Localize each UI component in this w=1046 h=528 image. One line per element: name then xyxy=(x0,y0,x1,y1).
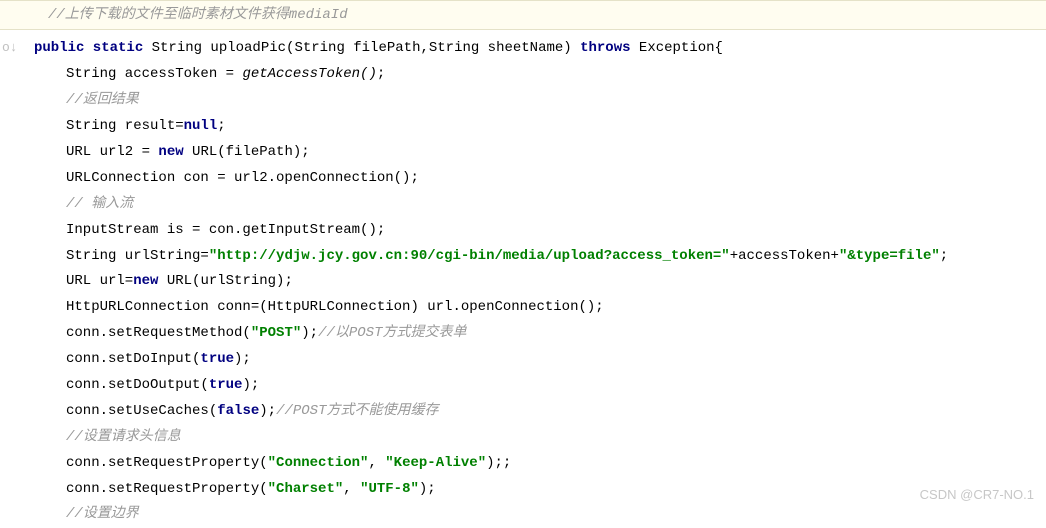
code-text: conn.setRequestProperty( xyxy=(66,481,268,497)
comment: //返回结果 xyxy=(66,92,139,108)
string: "Connection" xyxy=(268,455,369,471)
code-line: String result=null; xyxy=(34,114,1046,140)
comment: //以POST方式提交表单 xyxy=(318,325,466,341)
code-line: String accessToken = getAccessToken(); xyxy=(34,62,1046,88)
code-line: InputStream is = con.getInputStream(); xyxy=(34,218,1046,244)
string: "Keep-Alive" xyxy=(385,455,486,471)
code-line: conn.setUseCaches(false);//POST方式不能使用缓存 xyxy=(34,399,1046,425)
string: "http://ydjw.jcy.gov.cn:90/cgi-bin/media… xyxy=(209,248,730,264)
italic-call: getAccessToken() xyxy=(242,66,376,82)
keyword: null xyxy=(184,118,218,134)
watermark: CSDN @CR7-NO.1 xyxy=(920,487,1034,502)
comment-text: //上传下载的文件至临时素材文件获得mediaId xyxy=(48,7,348,23)
gutter-override-icon: o↓ xyxy=(2,40,18,55)
keyword: throws xyxy=(580,40,630,56)
comment: //设置边界 xyxy=(66,506,139,522)
code-line: String urlString="http://ydjw.jcy.gov.cn… xyxy=(34,244,1046,270)
code-line: //返回结果 xyxy=(34,88,1046,114)
comment: //POST方式不能使用缓存 xyxy=(276,403,438,419)
code-text: String accessToken = xyxy=(66,66,242,82)
code-text: );; xyxy=(486,455,511,471)
code-text: conn.setDoInput( xyxy=(66,351,200,367)
code-text: ); xyxy=(419,481,436,497)
keyword: true xyxy=(209,377,243,393)
code-text: URLConnection con = url2.openConnection(… xyxy=(66,170,419,186)
code-line: conn.setDoOutput(true); xyxy=(34,373,1046,399)
code-text: ); xyxy=(301,325,318,341)
code-line: // 输入流 xyxy=(34,192,1046,218)
keyword: false xyxy=(217,403,259,419)
code-line: conn.setRequestMethod("POST");//以POST方式提… xyxy=(34,321,1046,347)
keyword: public static xyxy=(34,40,143,56)
code-text: conn.setRequestProperty( xyxy=(66,455,268,471)
comment: //设置请求头信息 xyxy=(66,429,181,445)
code-text: conn.setDoOutput( xyxy=(66,377,209,393)
code-line: URL url=new URL(urlString); xyxy=(34,269,1046,295)
keyword: new xyxy=(133,273,158,289)
code-line: //设置请求头信息 xyxy=(34,425,1046,451)
code-line: URL url2 = new URL(filePath); xyxy=(34,140,1046,166)
code-text: String urlString= xyxy=(66,248,209,264)
code-text: URL(urlString); xyxy=(158,273,292,289)
code-text: ); xyxy=(259,403,276,419)
code-line: URLConnection con = url2.openConnection(… xyxy=(34,166,1046,192)
highlighted-comment-line: //上传下载的文件至临时素材文件获得mediaId xyxy=(0,0,1046,30)
string: "Charset" xyxy=(268,481,344,497)
code-text: ; xyxy=(377,66,385,82)
code-text: ); xyxy=(234,351,251,367)
code-text: String uploadPic(String filePath,String … xyxy=(143,40,580,56)
code-text: , xyxy=(343,481,360,497)
code-block: public static String uploadPic(String fi… xyxy=(0,30,1046,528)
string: "UTF-8" xyxy=(360,481,419,497)
code-text: URL url2 = xyxy=(66,144,158,160)
code-line: conn.setRequestProperty("Connection", "K… xyxy=(34,451,1046,477)
code-text: HttpURLConnection conn=(HttpURLConnectio… xyxy=(66,299,604,315)
comment: // 输入流 xyxy=(66,196,133,212)
keyword: new xyxy=(158,144,183,160)
code-text: +accessToken+ xyxy=(730,248,839,264)
code-text: Exception{ xyxy=(631,40,723,56)
code-line: HttpURLConnection conn=(HttpURLConnectio… xyxy=(34,295,1046,321)
code-text: , xyxy=(368,455,385,471)
code-text: ; xyxy=(940,248,948,264)
code-line: conn.setDoInput(true); xyxy=(34,347,1046,373)
code-text: conn.setUseCaches( xyxy=(66,403,217,419)
code-line: public static String uploadPic(String fi… xyxy=(34,36,1046,62)
code-text: conn.setRequestMethod( xyxy=(66,325,251,341)
code-text: InputStream is = con.getInputStream(); xyxy=(66,222,385,238)
code-text: URL url= xyxy=(66,273,133,289)
keyword: true xyxy=(200,351,234,367)
code-line: //设置边界 xyxy=(34,502,1046,528)
code-text: ; xyxy=(217,118,225,134)
code-line: conn.setRequestProperty("Charset", "UTF-… xyxy=(34,477,1046,503)
string: "POST" xyxy=(251,325,301,341)
string: "&type=file" xyxy=(839,248,940,264)
code-text: ); xyxy=(242,377,259,393)
code-text: URL(filePath); xyxy=(184,144,310,160)
code-text: String result= xyxy=(66,118,184,134)
